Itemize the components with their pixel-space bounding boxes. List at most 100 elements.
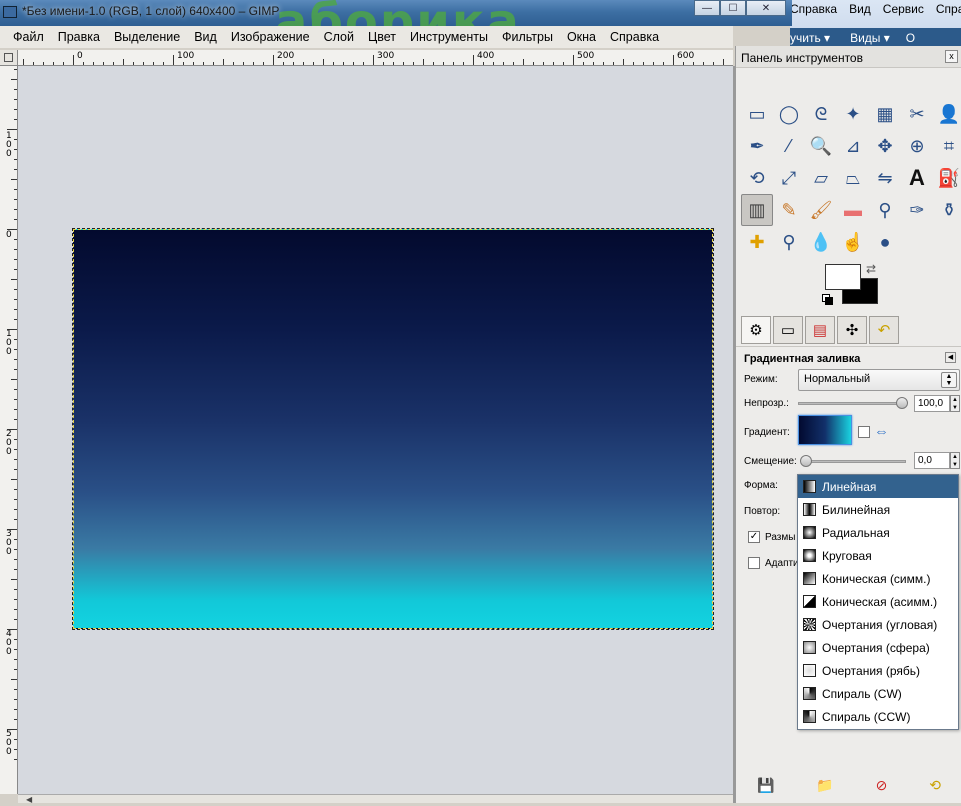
align-tool-button[interactable]: ⊕	[901, 130, 933, 162]
scale-tool-button[interactable]: ⤢	[773, 162, 805, 194]
close-button[interactable]: ✕	[746, 0, 786, 16]
bucket-fill-tool-button[interactable]: ⛽	[933, 162, 961, 194]
menu-select[interactable]: Выделение	[107, 30, 187, 44]
maximize-button[interactable]: ☐	[720, 0, 746, 16]
flip-tool-button[interactable]: ⇋	[869, 162, 901, 194]
save-options-icon[interactable]: 💾	[757, 777, 774, 794]
move-tool-button[interactable]: ✥	[869, 130, 901, 162]
dither-checkbox[interactable]: ✓	[748, 531, 760, 543]
paths-tool-button[interactable]: ✒	[741, 130, 773, 162]
restore-options-icon[interactable]: 📁	[816, 777, 833, 794]
horizontal-ruler[interactable]: 0 100 200 300 400 500 600	[18, 50, 733, 66]
color-select-tool-button[interactable]: ▦	[869, 98, 901, 130]
shape-option[interactable]: Очертания (сфера)	[798, 636, 958, 659]
reverse-gradient-checkbox[interactable]	[858, 426, 870, 438]
bg-menu-item[interactable]: Справ	[936, 2, 961, 20]
reverse-gradient-icon[interactable]: ⇔	[874, 423, 889, 440]
menu-windows[interactable]: Окна	[560, 30, 603, 44]
text-tool-button[interactable]: A	[901, 162, 933, 194]
shear-tool-button[interactable]: ▱	[805, 162, 837, 194]
offset-slider-knob[interactable]	[800, 455, 812, 467]
smudge-tool-button[interactable]: ☝	[837, 226, 869, 258]
offset-input[interactable]: 0,0	[914, 452, 950, 469]
airbrush-tool-button[interactable]: ⚲	[869, 194, 901, 226]
menu-filters[interactable]: Фильтры	[495, 30, 560, 44]
shape-option[interactable]: Спираль (CW)	[798, 682, 958, 705]
shape-option[interactable]: Радиальная	[798, 521, 958, 544]
shape-option[interactable]: Линейная	[798, 475, 958, 498]
toolbox-close-button[interactable]: x	[945, 50, 958, 63]
clone-tool-button[interactable]: ⚱	[933, 194, 961, 226]
shape-option[interactable]: Коническая (асимм.)	[798, 590, 958, 613]
eraser-tool-button[interactable]: ▬	[837, 194, 869, 226]
shape-option[interactable]: Круговая	[798, 544, 958, 567]
window-titlebar[interactable]: аборика *Без имени-1.0 (RGB, 1 слой) 640…	[0, 0, 792, 50]
menu-file[interactable]: Файл	[6, 30, 51, 44]
paintbrush-tool-button[interactable]: 🖌	[805, 194, 837, 226]
mode-dropdown[interactable]: Нормальный ▲ ▼	[798, 369, 960, 391]
heal-tool-button[interactable]: ✚	[741, 226, 773, 258]
tab-undo[interactable]: ↶	[869, 316, 899, 344]
crop-tool-button[interactable]: ⌗	[933, 130, 961, 162]
blend-tool-button[interactable]: ▥	[741, 194, 773, 226]
bg-toolbar-item[interactable]: О	[906, 31, 915, 45]
rotate-tool-button[interactable]: ⟲	[741, 162, 773, 194]
swap-colors-icon[interactable]: ⇄	[866, 262, 876, 276]
quick-mask-icon[interactable]	[4, 53, 13, 62]
opacity-input[interactable]: 100,0	[914, 395, 950, 412]
lasso-tool-button[interactable]: ᘓ	[805, 98, 837, 130]
gradient-preview[interactable]	[798, 415, 852, 445]
bg-menu-item[interactable]: Справка	[790, 2, 837, 20]
horizontal-scrollbar[interactable]: ◀	[18, 794, 733, 804]
tab-tool-options[interactable]: ⚙	[741, 316, 771, 344]
foreground-select-tool-button[interactable]: 👤	[933, 98, 961, 130]
toolbox-titlebar[interactable]: Панель инструментов x	[736, 46, 961, 68]
canvas-area[interactable]	[18, 66, 733, 794]
vertical-ruler[interactable]: 100 0 100 200 300 400 500	[0, 66, 18, 794]
tab-device-status[interactable]: ▭	[773, 316, 803, 344]
scissors-tool-button[interactable]: ✂	[901, 98, 933, 130]
image-canvas[interactable]	[72, 228, 714, 630]
shape-option[interactable]: Очертания (угловая)	[798, 613, 958, 636]
shape-option[interactable]: Коническая (симм.)	[798, 567, 958, 590]
offset-spin-icon[interactable]: ▲ ▼	[950, 452, 960, 469]
bg-menu-item[interactable]: Сервис	[883, 2, 924, 20]
fuzzy-select-tool-button[interactable]: ✦	[837, 98, 869, 130]
blur-tool-button[interactable]: 💧	[805, 226, 837, 258]
opacity-slider-knob[interactable]	[896, 397, 908, 409]
bg-toolbar-item[interactable]: учить ▾	[790, 31, 830, 45]
options-menu-icon[interactable]: ◀	[945, 352, 956, 363]
bg-toolbar-item[interactable]: Виды ▾	[850, 31, 890, 45]
foreground-color-swatch[interactable]	[825, 264, 861, 290]
bg-menu-item[interactable]: Вид	[849, 2, 871, 20]
reset-colors-icon[interactable]	[822, 294, 833, 305]
offset-slider[interactable]	[802, 460, 906, 463]
pencil-tool-button[interactable]: ✎	[773, 194, 805, 226]
dodge-burn-tool-button[interactable]: ●	[869, 226, 901, 258]
ruler-corner[interactable]	[0, 50, 18, 66]
menu-view[interactable]: Вид	[187, 30, 224, 44]
shape-option[interactable]: Билинейная	[798, 498, 958, 521]
menu-edit[interactable]: Правка	[51, 30, 107, 44]
menu-colors[interactable]: Цвет	[361, 30, 403, 44]
menu-help[interactable]: Справка	[603, 30, 666, 44]
opacity-slider[interactable]	[798, 402, 902, 405]
tab-paths[interactable]: ✣	[837, 316, 867, 344]
rect-select-tool-button[interactable]: ▭	[741, 98, 773, 130]
shape-option[interactable]: Спираль (CCW)	[798, 705, 958, 728]
perspective-tool-button[interactable]: ⏢	[837, 162, 869, 194]
opacity-spin-icon[interactable]: ▲ ▼	[950, 395, 960, 412]
zoom-tool-button[interactable]: 🔍	[805, 130, 837, 162]
reset-options-icon[interactable]: ⟲	[929, 777, 941, 794]
menu-image[interactable]: Изображение	[224, 30, 317, 44]
ellipse-select-tool-button[interactable]: ◯	[773, 98, 805, 130]
menu-layer[interactable]: Слой	[317, 30, 361, 44]
shape-option[interactable]: Очертания (рябь)	[798, 659, 958, 682]
color-picker-tool-button[interactable]: ⁄	[773, 130, 805, 162]
minimize-button[interactable]: —	[694, 0, 720, 16]
adaptive-checkbox[interactable]	[748, 557, 760, 569]
perspective-clone-tool-button[interactable]: ⚲	[773, 226, 805, 258]
tab-layers[interactable]: ▤	[805, 316, 835, 344]
delete-options-icon[interactable]: ⊘	[876, 777, 888, 794]
ink-tool-button[interactable]: ✑	[901, 194, 933, 226]
